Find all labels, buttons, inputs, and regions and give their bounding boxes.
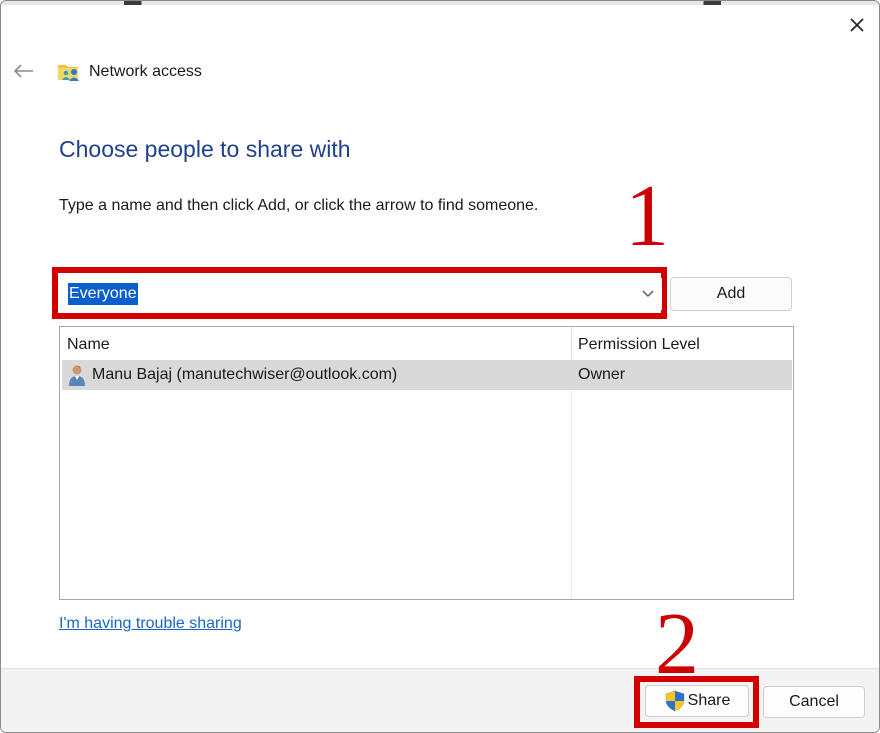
cancel-button[interactable]: Cancel [763,686,865,718]
trouble-sharing-link[interactable]: I'm having trouble sharing [59,615,242,633]
name-combo-value[interactable]: Everyone [68,283,138,305]
network-folder-icon [58,65,79,81]
combo-dropdown-button[interactable] [640,286,656,302]
column-header-name[interactable]: Name [67,336,110,354]
header-divider[interactable] [571,329,572,359]
close-button[interactable] [839,9,875,41]
chevron-down-icon [642,290,654,297]
instruction-text: Type a name and then click Add, or click… [59,197,539,214]
user-icon [69,365,85,386]
share-list[interactable]: Name Permission Level Manu Bajaj (manute… [59,326,794,600]
share-button-label: Share [687,692,731,709]
uac-shield-icon [665,690,684,712]
step-1-annotation: 1 [625,168,669,265]
add-button[interactable]: Add [670,277,792,311]
name-combo-box[interactable]: Everyone [62,278,662,310]
row-permission[interactable]: Owner [578,366,625,384]
close-icon [850,18,864,32]
column-header-permission[interactable]: Permission Level [578,336,700,354]
page-heading: Choose people to share with [59,136,351,162]
title-bar-strip [1,1,879,5]
list-item[interactable]: Manu Bajaj (manutechwiser@outlook.com) O… [62,360,792,390]
arrow-left-icon [13,64,33,78]
row-user-name: Manu Bajaj (manutechwiser@outlook.com) [92,366,398,383]
network-access-dialog: Network access Choose people to share wi… [0,0,880,733]
window-title: Network access [89,63,202,80]
back-button[interactable] [9,57,37,85]
share-button[interactable]: Share [645,685,749,717]
